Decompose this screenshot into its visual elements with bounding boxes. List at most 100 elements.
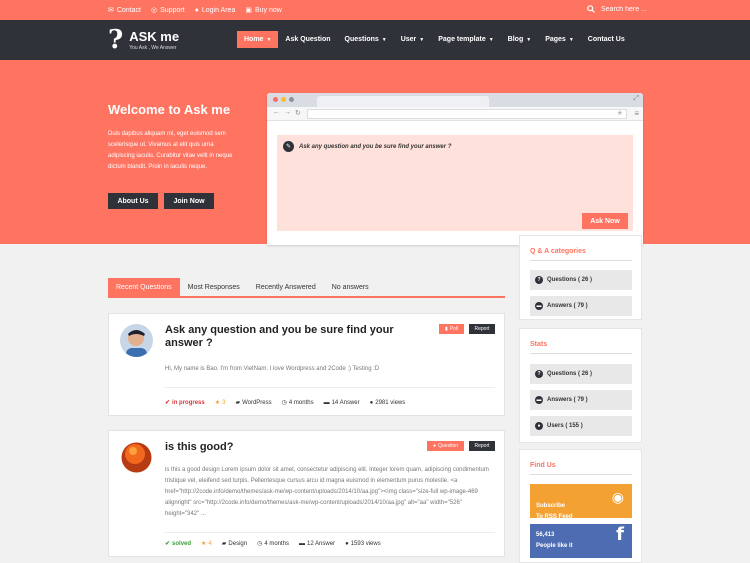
poll-badge[interactable]: ▮ Poll: [439, 324, 464, 334]
contact-link[interactable]: ✉ Contact: [108, 6, 141, 15]
chevron-down-icon: ▼: [526, 36, 532, 43]
question-icon: ?: [535, 276, 543, 284]
hero-text: Duis dapibus aliquam mi, eget euismod se…: [108, 131, 233, 170]
join-now-button[interactable]: Join Now: [164, 193, 214, 209]
folder-icon: ▰: [221, 541, 227, 547]
category-link[interactable]: ▰ WordPress: [235, 399, 271, 407]
comment-icon: ▬: [323, 399, 330, 406]
clock-icon: ◷: [281, 400, 287, 406]
widget-title: Find Us: [530, 462, 556, 469]
question-badge[interactable]: ● Question: [427, 441, 464, 451]
tab-most-responses[interactable]: Most Responses: [180, 278, 248, 296]
minimize-dot-icon: [281, 97, 286, 102]
chevron-down-icon: ▼: [266, 36, 272, 43]
url-field: ★: [307, 109, 627, 119]
comment-icon: ▬: [535, 302, 543, 310]
rss-icon: ◉: [611, 490, 624, 506]
menu-item-blog[interactable]: Blog ▼: [501, 31, 539, 48]
widget-title: Q & A categories: [530, 248, 586, 255]
category-questions[interactable]: ? Questions ( 26 ): [530, 270, 632, 290]
ask-now-button[interactable]: Ask Now: [582, 213, 628, 229]
facebook-box[interactable]: 56,413 People like it f: [530, 524, 632, 558]
user-icon: ●: [369, 399, 374, 406]
hero-section: Welcome to Ask me Duis dapibus aliquam m…: [0, 60, 750, 245]
views-count: ● 2981 views: [369, 399, 406, 406]
browser-tab: [395, 96, 489, 107]
chevron-down-icon: ▼: [568, 36, 574, 43]
main-menu: Home ▼ Ask Question Questions ▼ User ▼ Page…: [237, 31, 632, 48]
rating: ★ 4: [201, 540, 212, 548]
divider: [165, 532, 495, 533]
maximize-dot-icon: [289, 97, 294, 102]
chevron-down-icon: ▼: [419, 36, 425, 43]
tab-no-answers[interactable]: No answers: [324, 278, 377, 296]
ask-question-area[interactable]: ✎ Ask any question and you be sure find …: [277, 135, 633, 231]
menu-item-user[interactable]: User ▼: [394, 31, 432, 48]
expand-icon: ⤢: [633, 95, 639, 102]
report-button[interactable]: Report: [469, 441, 495, 451]
logo-tagline: You Ask , We Answer: [129, 45, 177, 51]
user-icon: ●: [194, 6, 199, 14]
buy-now-link[interactable]: ▣ Buy now: [245, 6, 281, 15]
menu-icon: ≡: [634, 109, 639, 118]
logo-name: ASK me: [129, 29, 180, 44]
login-link[interactable]: ● Login Area: [195, 6, 236, 14]
hero-title: Welcome to Ask me: [108, 102, 231, 117]
avatar[interactable]: [120, 324, 153, 357]
report-button[interactable]: Report: [469, 324, 495, 334]
browser-chrome: ⤢: [267, 93, 643, 107]
search-input[interactable]: [601, 5, 661, 13]
about-us-button[interactable]: About Us: [108, 193, 158, 209]
chevron-down-icon: ▼: [488, 36, 494, 43]
comment-icon: ▬: [535, 396, 543, 404]
check-icon: ✔: [165, 400, 171, 406]
divider: [530, 474, 632, 475]
bar-chart-icon: ▮: [444, 326, 448, 332]
chevron-down-icon: ▼: [381, 36, 387, 43]
answers-link[interactable]: ▬ 12 Answer: [299, 541, 335, 547]
menu-item-questions[interactable]: Questions ▼: [338, 31, 394, 48]
facebook-count: 56,413: [536, 532, 555, 538]
question-excerpt: is this a good design Lorem ipsum dolor …: [165, 467, 489, 517]
question-title[interactable]: Ask any question and you be sure find yo…: [165, 324, 405, 350]
stat-answers: ▬ Answers ( 79 ): [530, 390, 632, 410]
star-icon: ★: [201, 541, 207, 547]
category-answers[interactable]: ▬ Answers ( 79 ): [530, 296, 632, 316]
categories-widget: Q & A categories ? Questions ( 26 ) ▬ Answ…: [519, 235, 642, 320]
status-badge: ✔ in progress: [165, 399, 205, 407]
answers-link[interactable]: ▬ 14 Answer: [324, 400, 360, 406]
ask-question-placeholder: Ask any question and you be sure find yo…: [299, 144, 452, 150]
life-ring-icon: ◎: [151, 7, 158, 14]
question-title[interactable]: is this good?: [165, 441, 405, 454]
stat-questions: ? Questions ( 26 ): [530, 364, 632, 384]
search-icon[interactable]: [587, 5, 595, 13]
stats-widget: Stats ? Questions ( 26 ) ▬ Answers ( 79 ) …: [519, 328, 642, 443]
avatar[interactable]: [120, 441, 153, 474]
star-icon: ★: [214, 400, 221, 406]
top-search: [587, 5, 661, 13]
tab-recently-answered[interactable]: Recently Answered: [248, 278, 324, 296]
facebook-label: People like it: [536, 543, 573, 549]
category-link[interactable]: ▰ Design: [221, 540, 247, 548]
comment-icon: ▬: [299, 540, 306, 547]
menu-item-contact-us[interactable]: Contact Us: [581, 31, 632, 48]
close-dot-icon: [273, 97, 278, 102]
menu-item-ask-question[interactable]: Ask Question: [278, 31, 337, 48]
menu-item-home[interactable]: Home ▼: [237, 31, 279, 48]
question-card: is this good? ● Question Report is this a…: [108, 430, 505, 557]
mail-icon: ✉: [108, 7, 114, 14]
logo[interactable]: ? ASK me You Ask , We Answer: [108, 27, 179, 53]
question-card: Ask any question and you be sure find yo…: [108, 313, 505, 416]
divider: [165, 387, 495, 388]
menu-item-page-template[interactable]: Page template ▼: [431, 31, 500, 48]
folder-icon: ▰: [235, 400, 241, 406]
rss-subscribe-box[interactable]: Subscribe To RSS Feed ◉: [530, 484, 632, 520]
support-link[interactable]: ◎ Support: [151, 6, 185, 15]
question-excerpt: Hi, My name is Bao. I'm from VietNam. I …: [165, 366, 380, 372]
check-icon: ✔: [165, 541, 171, 547]
status-badge: ✔ solved: [165, 540, 192, 548]
tab-recent-questions[interactable]: Recent Questions: [108, 278, 180, 296]
top-links: ✉ Contact ◎ Support ● Login Area ▣ Buy now: [108, 6, 282, 15]
pencil-icon: ✎: [283, 141, 294, 152]
menu-item-pages[interactable]: Pages ▼: [538, 31, 581, 48]
